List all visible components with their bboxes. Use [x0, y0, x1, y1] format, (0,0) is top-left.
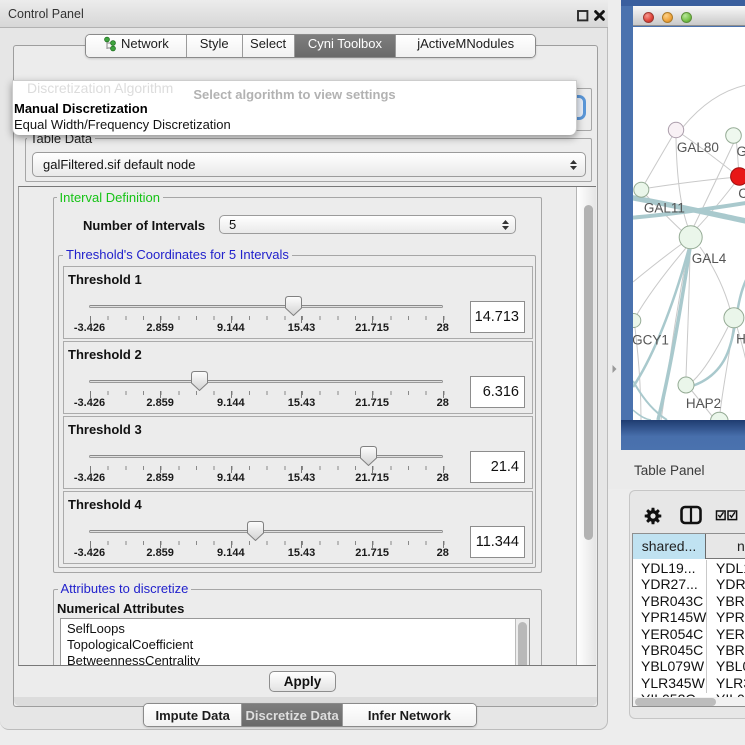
svg-text:HAP2: HAP2: [686, 396, 721, 411]
svg-text:GCY1: GCY1: [633, 333, 669, 348]
svg-text:GAL11: GAL11: [644, 201, 685, 216]
svg-text:GAL80: GAL80: [677, 140, 719, 155]
svg-text:GA: GA: [736, 144, 745, 159]
svg-text:GAL4: GAL4: [691, 251, 726, 266]
svg-text:H: H: [736, 332, 745, 347]
svg-text:C: C: [738, 186, 745, 201]
